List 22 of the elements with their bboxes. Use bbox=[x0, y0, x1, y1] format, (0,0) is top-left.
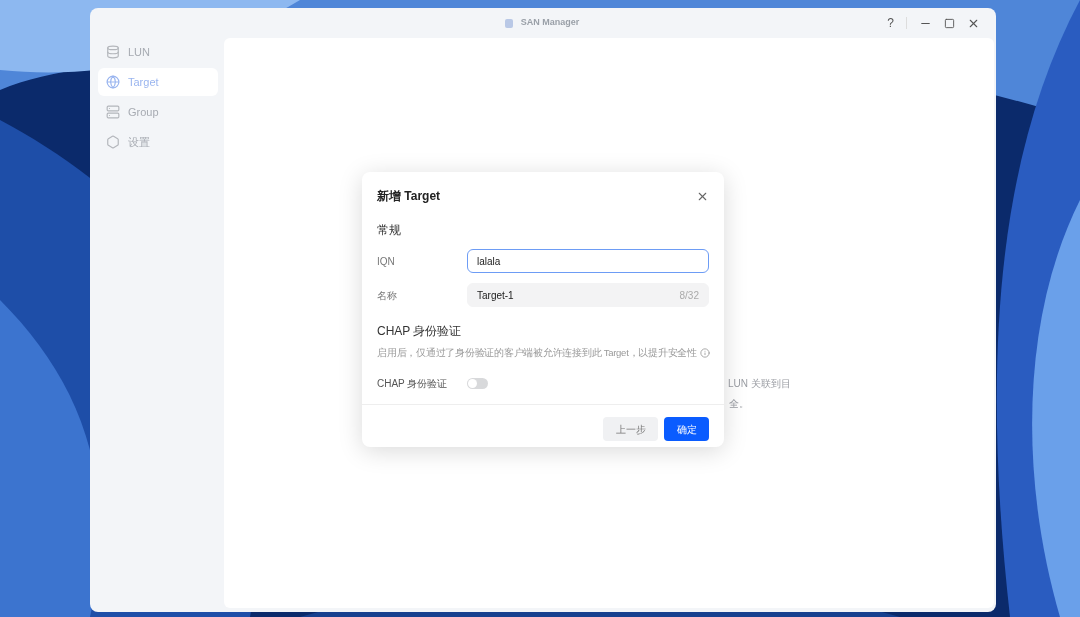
maximize-icon[interactable] bbox=[944, 17, 955, 29]
input-field[interactable]: lalala bbox=[467, 249, 709, 273]
section-title: 常规 bbox=[376, 222, 402, 239]
window-title: SAN Manager bbox=[520, 16, 580, 30]
toggle-switch[interactable] bbox=[467, 378, 488, 390]
description-text: 启用后，仅通过了身份验证的客户端被允许连接到此 Target，以提升安全性 bbox=[377, 346, 697, 360]
back-button[interactable]: 上一步 bbox=[603, 417, 658, 442]
server-icon bbox=[106, 105, 120, 119]
globe-icon bbox=[106, 75, 120, 89]
confirm-button[interactable]: 确定 bbox=[664, 417, 709, 442]
description-text: 全。 bbox=[728, 397, 749, 411]
help-button[interactable]: ? bbox=[887, 17, 894, 29]
description-text: LUN 关联到目 bbox=[728, 377, 791, 391]
toggle-label: CHAP 身份验证 bbox=[377, 377, 449, 392]
dialog-title: 新增 Target bbox=[377, 188, 441, 205]
database-icon bbox=[106, 45, 120, 59]
field-label: IQN bbox=[377, 254, 396, 269]
input-field[interactable]: Target-1 8/32 bbox=[467, 283, 709, 307]
field-label: 名称 bbox=[377, 288, 398, 303]
app-icon bbox=[504, 18, 513, 28]
section-title: CHAP 身份验证 bbox=[376, 323, 463, 340]
character-counter: 8/32 bbox=[679, 288, 699, 303]
